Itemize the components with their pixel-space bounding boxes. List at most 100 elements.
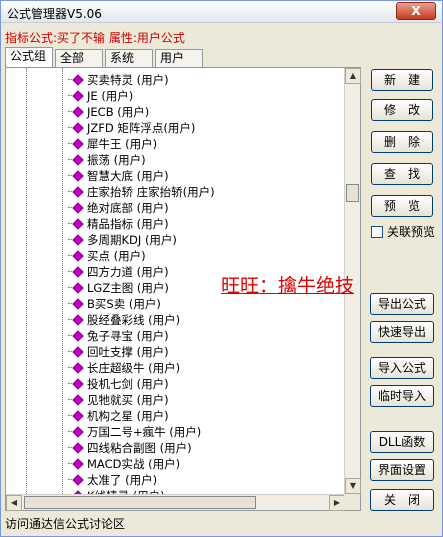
tree-item[interactable]: 振荡 (用户) bbox=[68, 152, 146, 168]
tree-item-label: B买S卖 (用户) bbox=[87, 297, 161, 311]
scroll-up-icon[interactable]: ▲ bbox=[345, 68, 361, 84]
temp-import-button[interactable]: 临时导入 bbox=[370, 385, 434, 407]
formula-gem-icon bbox=[68, 72, 84, 88]
watermark-text: 旺旺：擒牛绝技 bbox=[221, 275, 355, 297]
tree-item-label: 投机七剑 (用户) bbox=[87, 377, 169, 391]
tree-item-label: 四线粘合副图 (用户) bbox=[87, 441, 192, 455]
formula-gem-icon bbox=[68, 280, 84, 296]
tree-item-label: 长庄超级牛 (用户) bbox=[87, 361, 181, 375]
formula-gem-icon bbox=[68, 408, 84, 424]
ui-settings-button[interactable]: 界面设置 bbox=[370, 459, 434, 481]
linked-preview-checkbox[interactable]: 关联预览 bbox=[371, 223, 435, 240]
formula-info: 指标公式:买了不输 属性:用户公式 bbox=[5, 31, 185, 45]
tree-item[interactable]: JECB (用户) bbox=[68, 104, 149, 120]
tree-item[interactable]: 智慧大底 (用户) bbox=[68, 168, 169, 184]
formula-gem-icon bbox=[68, 312, 84, 328]
tree-item[interactable]: B买S卖 (用户) bbox=[68, 296, 161, 312]
scroll-left-icon[interactable]: ◀ bbox=[6, 495, 22, 511]
formula-gem-icon bbox=[68, 392, 84, 408]
tree-item[interactable]: 多周期KDJ (用户) bbox=[68, 232, 177, 248]
tree-item-label: 回吐支撑 (用户) bbox=[87, 345, 169, 359]
formula-gem-icon bbox=[68, 120, 84, 136]
tree-item[interactable]: MACD实战 (用户) bbox=[68, 456, 180, 472]
export-formula-button[interactable]: 导出公式 bbox=[370, 293, 434, 315]
scroll-right-icon[interactable]: ▶ bbox=[329, 495, 345, 511]
formula-gem-icon bbox=[68, 136, 84, 152]
formula-gem-icon bbox=[68, 472, 84, 488]
tab-system[interactable]: 系统 bbox=[105, 49, 153, 67]
tree-item[interactable]: 投机七剑 (用户) bbox=[68, 376, 169, 392]
tree-item[interactable]: 犀牛王 (用户) bbox=[68, 136, 157, 152]
close-window-button[interactable]: X bbox=[396, 2, 436, 20]
tree-item[interactable]: JE (用户) bbox=[68, 88, 133, 104]
quick-export-button[interactable]: 快速导出 bbox=[370, 321, 434, 343]
formula-gem-icon bbox=[68, 424, 84, 440]
scroll-down-icon[interactable]: ▼ bbox=[345, 478, 361, 494]
tree-item[interactable]: 买点 (用户) bbox=[68, 248, 146, 264]
tree-item[interactable]: 长庄超级牛 (用户) bbox=[68, 360, 180, 376]
tree-item[interactable]: 精品指标 (用户) bbox=[68, 216, 169, 232]
tree-item[interactable]: 回吐支撑 (用户) bbox=[68, 344, 169, 360]
formula-gem-icon bbox=[68, 248, 84, 264]
formula-gem-icon bbox=[68, 344, 84, 360]
tree-item-label: 买点 (用户) bbox=[87, 249, 146, 263]
tree-item-label: 买卖特灵 (用户) bbox=[87, 73, 169, 87]
tree-item-label: JECB (用户) bbox=[87, 105, 150, 119]
tree-item-label: 万国二号+瘋牛 (用户) bbox=[87, 425, 202, 439]
tree-item[interactable]: 兔子寻宝 (用户) bbox=[68, 328, 169, 344]
formula-gem-icon bbox=[68, 184, 84, 200]
title-bar: 公式管理器V5.06 X bbox=[1, 1, 442, 23]
formula-manager-window: 公式管理器V5.06 X 指标公式:买了不输 属性:用户公式 公式组 全部 系统… bbox=[0, 0, 443, 537]
tree-item-label: 见牠就买 (用户) bbox=[87, 393, 169, 407]
linked-preview-label: 关联预览 bbox=[387, 225, 436, 239]
preview-button[interactable]: 预 览 bbox=[371, 195, 433, 217]
vertical-scroll-thumb[interactable] bbox=[346, 184, 359, 202]
scroll-corner bbox=[344, 494, 360, 510]
close-button[interactable]: 关 闭 bbox=[370, 489, 434, 511]
delete-button[interactable]: 删 除 bbox=[371, 131, 433, 153]
horizontal-scroll-thumb[interactable] bbox=[24, 496, 256, 509]
tab-user[interactable]: 用户 bbox=[155, 49, 203, 67]
tree-item-label: 智慧大底 (用户) bbox=[87, 169, 169, 183]
formula-gem-icon bbox=[68, 104, 84, 120]
tree-item-label: 四方力道 (用户) bbox=[87, 265, 169, 279]
tree-item-label: 精品指标 (用户) bbox=[87, 217, 169, 231]
formula-gem-icon bbox=[68, 168, 84, 184]
tab-formula-group[interactable]: 公式组 bbox=[5, 47, 53, 68]
tree-item-label: 机构之星 (用户) bbox=[87, 409, 169, 423]
edit-button[interactable]: 修 改 bbox=[371, 99, 433, 121]
status-bar-text[interactable]: 访问通达信公式讨论区 bbox=[5, 515, 125, 532]
formula-gem-icon bbox=[68, 360, 84, 376]
checkbox-box[interactable] bbox=[371, 226, 383, 238]
tree-item[interactable]: 太准了 (用户) bbox=[68, 472, 157, 488]
formula-gem-icon bbox=[68, 328, 84, 344]
tree-guide-line bbox=[26, 68, 27, 494]
new-button[interactable]: 新 建 bbox=[371, 69, 433, 91]
formula-gem-icon bbox=[68, 456, 84, 472]
tree-item-label: JE (用户) bbox=[87, 89, 134, 103]
tree-item[interactable]: 四线粘合副图 (用户) bbox=[68, 440, 192, 456]
tree-item[interactable]: 买卖特灵 (用户) bbox=[68, 72, 169, 88]
tree-item[interactable]: 四方力道 (用户) bbox=[68, 264, 169, 280]
tree-item-label: 多周期KDJ (用户) bbox=[87, 233, 177, 247]
tree-item[interactable]: 绝对底部 (用户) bbox=[68, 200, 169, 216]
tree-item[interactable]: 股经叠彩线 (用户) bbox=[68, 312, 180, 328]
tree-item[interactable]: 庄家抬轿 庄家抬轿(用户) bbox=[68, 184, 215, 200]
tree-item[interactable]: 机构之星 (用户) bbox=[68, 408, 169, 424]
formula-gem-icon bbox=[68, 200, 84, 216]
tab-all[interactable]: 全部 bbox=[55, 49, 103, 67]
horizontal-scrollbar[interactable]: ◀ ▶ bbox=[6, 494, 345, 511]
tree-item-label: 绝对底部 (用户) bbox=[87, 201, 169, 215]
tree-item[interactable]: 见牠就买 (用户) bbox=[68, 392, 169, 408]
find-button[interactable]: 查 找 bbox=[371, 163, 433, 185]
tree-item[interactable]: JZFD 矩阵浮点(用户) bbox=[68, 120, 195, 136]
tree-item-label: 庄家抬轿 庄家抬轿(用户) bbox=[87, 185, 215, 199]
dll-function-button[interactable]: DLL函数 bbox=[370, 431, 434, 453]
tree-item[interactable]: LGZ主图 (用户) bbox=[68, 280, 169, 296]
import-formula-button[interactable]: 导入公式 bbox=[370, 357, 434, 379]
tree-item[interactable]: 万国二号+瘋牛 (用户) bbox=[68, 424, 201, 440]
formula-gem-icon bbox=[68, 264, 84, 280]
tree-item-label: 振荡 (用户) bbox=[87, 153, 146, 167]
formula-gem-icon bbox=[68, 88, 84, 104]
tree-item-label: 兔子寻宝 (用户) bbox=[87, 329, 169, 343]
